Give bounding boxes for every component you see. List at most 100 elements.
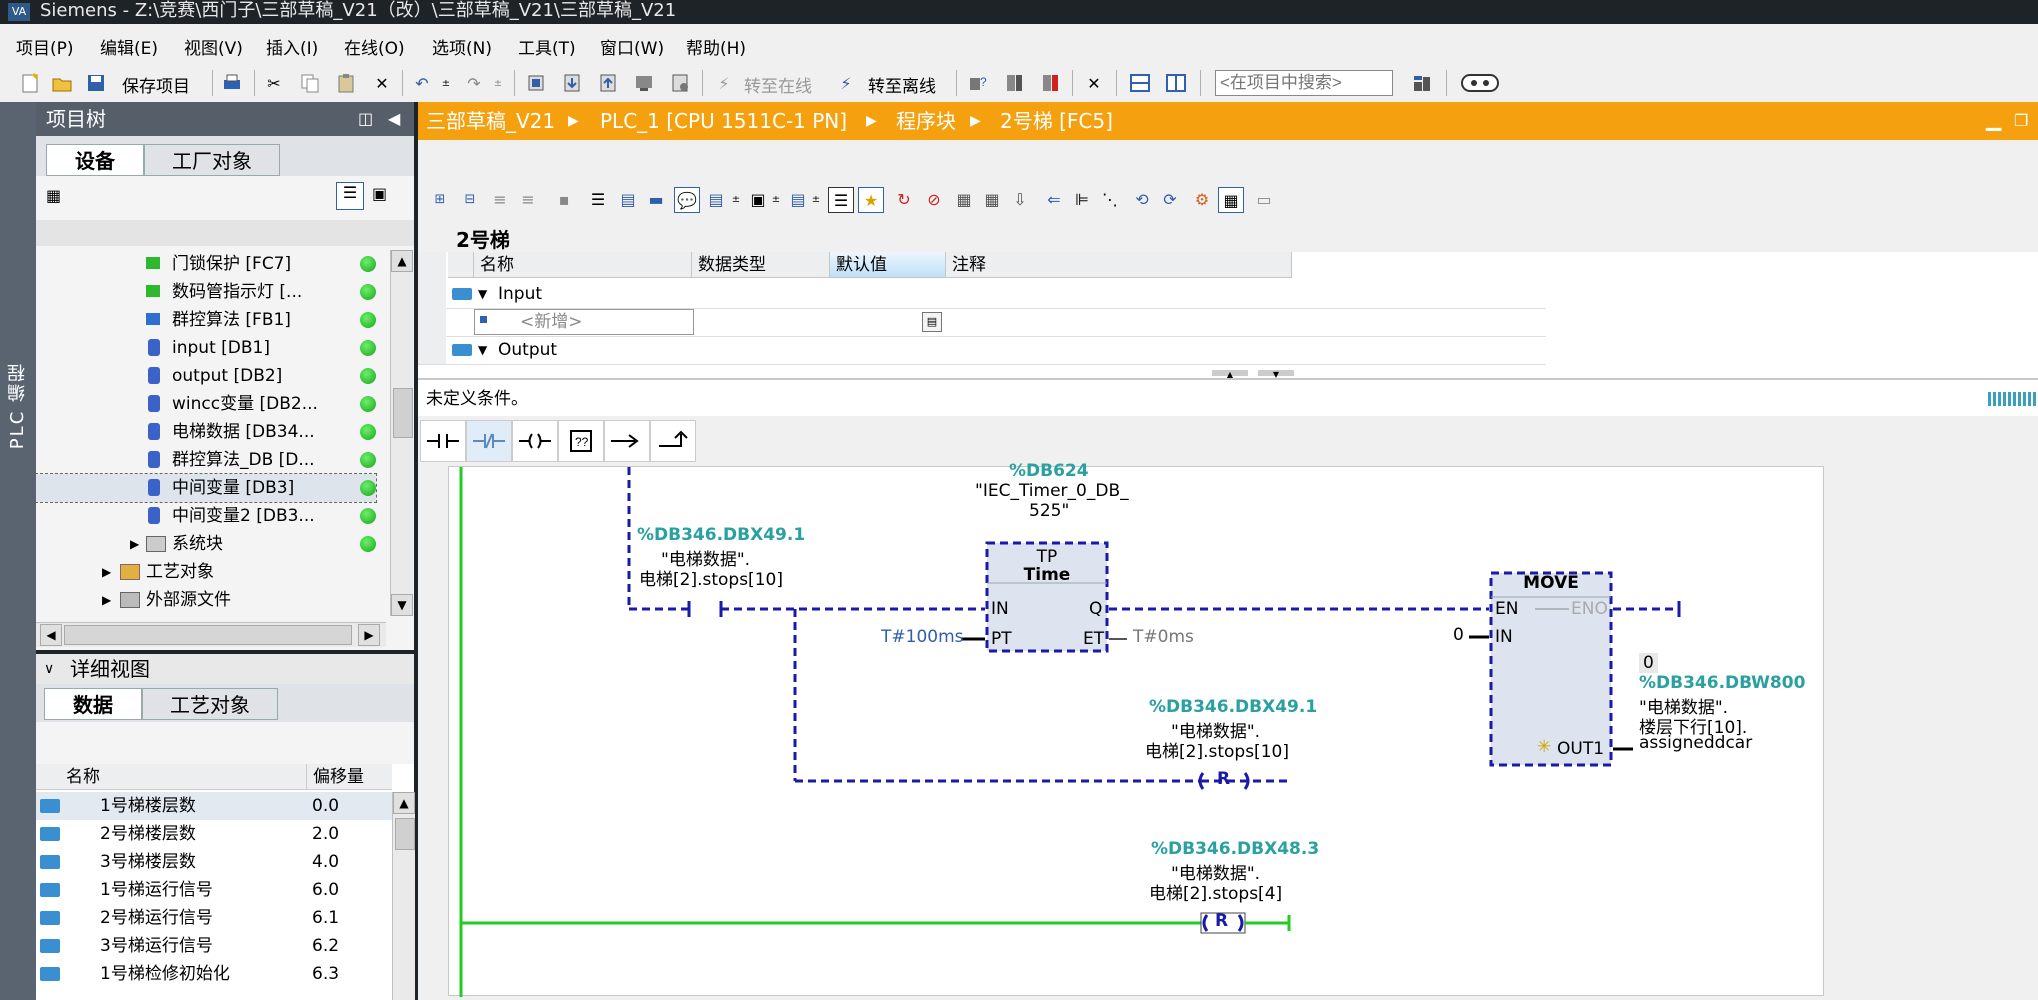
open-branch-icon[interactable] xyxy=(604,420,650,462)
contact-name-line2[interactable]: 电梯[2].stops[10] xyxy=(639,565,783,590)
chevron-down-icon[interactable]: ∨ xyxy=(44,654,54,684)
accessible-devices-icon[interactable]: ? xyxy=(966,71,990,95)
scroll-up-icon[interactable]: ▲ xyxy=(393,792,415,814)
close-networks-icon[interactable]: ▬ xyxy=(644,187,668,211)
open-networks-icon[interactable]: ▤ xyxy=(616,187,640,211)
goto-prev-error-icon[interactable]: ⊘ xyxy=(922,187,946,211)
column-header-datatype[interactable]: 数据类型 xyxy=(692,252,830,278)
tree-item[interactable]: ▶ 工艺对象 xyxy=(36,558,376,586)
splitter-up-icon[interactable]: ▲ xyxy=(1212,370,1248,379)
tree-add-icon[interactable]: ▣ xyxy=(372,184,387,203)
timer-db-name-line1[interactable]: "IEC_Timer_0_DB_ xyxy=(975,481,1129,501)
menu-insert[interactable]: 插入(I) xyxy=(266,34,318,59)
reset-start-values-icon[interactable]: ▪ xyxy=(552,187,576,211)
simulate-icon[interactable]: ⚙ xyxy=(1190,187,1214,211)
table-row[interactable]: 1号梯楼层数 0.0 xyxy=(36,792,392,820)
tia-assistant-icon[interactable] xyxy=(1460,71,1500,95)
split-horizontal-icon[interactable] xyxy=(1128,71,1152,95)
print-icon[interactable] xyxy=(220,71,244,95)
stop-cpu-icon[interactable] xyxy=(1038,71,1062,95)
redo-icon[interactable]: ↷ xyxy=(462,71,486,95)
breadcrumb-plc[interactable]: PLC_1 [CPU 1511C-1 PN] xyxy=(600,102,847,140)
tree-item-selected[interactable]: 中间变量 [DB3] xyxy=(35,473,377,503)
expand-arrow-icon[interactable]: ▼ xyxy=(478,280,487,308)
column-header-offset[interactable]: 偏移量 xyxy=(306,764,392,790)
delete-network-icon[interactable]: ⊟ xyxy=(458,187,482,211)
network-comments-icon[interactable]: 💬 xyxy=(674,187,700,213)
tree-item[interactable]: 群控算法_DB [D... xyxy=(36,446,376,474)
menu-help[interactable]: 帮助(H) xyxy=(686,34,746,59)
new-row-field[interactable] xyxy=(474,309,694,335)
table-row[interactable]: 2号梯运行信号 6.1 xyxy=(36,904,392,932)
insert-network-icon[interactable]: ⊞ xyxy=(428,187,452,211)
tree-item[interactable]: 门锁保护 [FC7] xyxy=(36,250,376,278)
menu-online[interactable]: 在线(O) xyxy=(344,34,405,59)
breadcrumb-block[interactable]: 2号梯 [FC5] xyxy=(1000,102,1113,140)
hscroll-thumb[interactable] xyxy=(64,625,352,645)
simulation-icon[interactable] xyxy=(632,71,656,95)
column-header-default[interactable]: 默认值 xyxy=(830,252,946,278)
new-project-icon[interactable] xyxy=(18,71,42,95)
tree-horizontal-scrollbar[interactable]: ◀ ▶ xyxy=(36,622,386,647)
nc-contact-icon[interactable] xyxy=(466,420,512,462)
save-icon[interactable] xyxy=(84,71,108,95)
download-icon[interactable] xyxy=(560,71,584,95)
dropdown-icon[interactable]: ± xyxy=(724,187,748,211)
undo-icon[interactable]: ↶ xyxy=(410,71,434,95)
reset1-coil-letter[interactable]: R xyxy=(1217,769,1230,789)
show-all-tags-icon[interactable]: ☰ xyxy=(828,187,854,213)
tree-item[interactable]: 中间变量2 [DB3... xyxy=(36,502,376,530)
expand-arrow-icon[interactable]: ▼ xyxy=(478,336,487,364)
copy-icon[interactable] xyxy=(298,71,322,95)
tab-plant-objects[interactable]: 工厂对象 xyxy=(144,144,280,176)
menu-view[interactable]: 视图(V) xyxy=(184,34,243,59)
go-online-icon[interactable]: ⚡ xyxy=(712,71,736,95)
update-calls-icon[interactable]: ▦ xyxy=(952,187,976,211)
tree-item[interactable]: 电梯数据 [DB34... xyxy=(36,418,376,446)
move-out-name-line3[interactable]: assigneddcar xyxy=(1639,733,1752,753)
table-row[interactable]: 1 ▼ Input xyxy=(418,280,1546,309)
scroll-left-icon[interactable]: ◀ xyxy=(40,624,62,646)
delete-icon[interactable]: ✕ xyxy=(370,71,394,95)
menu-window[interactable]: 窗口(W) xyxy=(600,34,664,59)
start-cpu-icon[interactable] xyxy=(1002,71,1026,95)
expand-arrow-icon[interactable]: ▶ xyxy=(102,558,111,586)
table-row[interactable]: 3号梯楼层数 4.0 xyxy=(36,848,392,876)
undo-dropdown-icon[interactable]: ± xyxy=(434,71,458,95)
tree-vertical-scrollbar[interactable]: ▲ ▼ xyxy=(390,250,413,616)
tree-item[interactable]: 数码管指示灯 [... xyxy=(36,278,376,306)
menu-project[interactable]: 项目(P) xyxy=(16,34,74,59)
detail-view-header[interactable]: ∨ 详细视图 xyxy=(36,654,414,684)
reset1-name-line2[interactable]: 电梯[2].stops[10] xyxy=(1145,737,1289,762)
project-search-input[interactable] xyxy=(1215,70,1393,96)
cross-reference-icon[interactable]: ✕ xyxy=(1082,71,1106,95)
scroll-right-icon[interactable]: ▶ xyxy=(358,624,380,646)
set-breakpoint-icon[interactable]: ⊫ xyxy=(1070,187,1094,211)
append-row-icon[interactable]: ≡ xyxy=(516,187,540,211)
table-row[interactable]: 2号梯楼层数 2.0 xyxy=(36,820,392,848)
save-project-label[interactable]: 保存项目 xyxy=(122,72,190,97)
memory-icon[interactable]: ▭ xyxy=(1252,187,1276,211)
insert-row-icon[interactable]: ≡ xyxy=(488,187,512,211)
menu-options[interactable]: 选项(N) xyxy=(432,34,492,59)
dropdown-icon[interactable]: ± xyxy=(764,187,788,211)
column-header-name[interactable]: 名称 xyxy=(36,764,306,790)
align-left-icon[interactable]: ☰ xyxy=(586,187,610,211)
move-in-value[interactable]: 0 xyxy=(1453,625,1464,645)
coil-icon[interactable] xyxy=(512,420,558,462)
timer-db-name-line2[interactable]: 525" xyxy=(1029,501,1069,521)
restore-window-icon[interactable]: ❐ xyxy=(2014,102,2028,140)
paste-icon[interactable] xyxy=(334,71,358,95)
type-picker-icon[interactable]: ▤ xyxy=(922,312,942,332)
tree-view-icon[interactable]: ☰ xyxy=(336,182,364,210)
reset2-coil-letter[interactable]: R xyxy=(1215,911,1228,931)
et-value[interactable]: T#0ms xyxy=(1133,627,1194,647)
compare-icon[interactable]: ⇐ xyxy=(1042,187,1066,211)
tree-options-icon[interactable]: ▦ xyxy=(46,186,61,205)
modify-icon[interactable]: ⇩ xyxy=(1008,187,1032,211)
breadcrumb-project[interactable]: 三部草稿_V21 xyxy=(426,102,555,140)
minimize-icon[interactable]: ▁ xyxy=(1986,100,2001,138)
favorites-bar-icon[interactable]: ★ xyxy=(858,187,884,213)
panel-layout-icon[interactable]: ◫ xyxy=(358,102,373,136)
call-hierarchy-icon[interactable]: ⟲ xyxy=(1130,187,1154,211)
